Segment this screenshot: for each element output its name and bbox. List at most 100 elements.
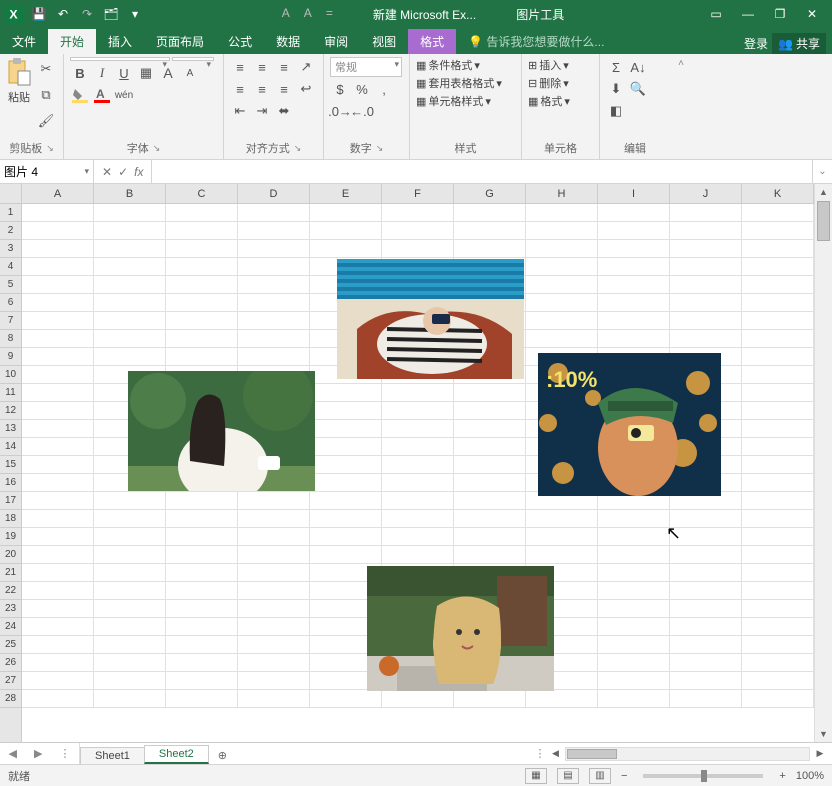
row-header-25[interactable]: 25 <box>0 636 21 654</box>
row-header-18[interactable]: 18 <box>0 510 21 528</box>
close-icon[interactable]: ✕ <box>802 7 822 21</box>
scroll-right-icon[interactable]: ▶ <box>812 748 828 759</box>
merge-icon[interactable]: ⬌ <box>274 101 294 121</box>
dialog-launcher-icon[interactable]: ↘ <box>46 143 54 154</box>
vertical-scrollbar[interactable]: ▲ ▼ <box>814 184 832 742</box>
cut-icon[interactable]: ✂ <box>36 59 56 79</box>
currency-icon[interactable]: $ <box>330 79 350 99</box>
view-page-break-icon[interactable]: ▥ <box>589 768 611 784</box>
paste-button[interactable]: 粘贴 <box>6 57 32 105</box>
wrap-text-icon[interactable]: ↩ <box>296 79 316 99</box>
row-header-24[interactable]: 24 <box>0 618 21 636</box>
tab-view[interactable]: 视图 <box>360 29 408 54</box>
undo-icon[interactable]: ↶ <box>54 5 72 23</box>
delete-cells-button[interactable]: ⊟删除 ▾ <box>528 75 569 91</box>
decrease-font-icon[interactable]: A <box>180 63 200 83</box>
sort-icon[interactable]: A↓ <box>628 57 648 77</box>
add-sheet-button[interactable]: ⊕ <box>208 747 237 764</box>
zoom-out-button[interactable]: − <box>621 770 627 782</box>
tab-review[interactable]: 审阅 <box>312 29 360 54</box>
picture-4[interactable] <box>367 566 554 691</box>
row-header-1[interactable]: 1 <box>0 204 21 222</box>
format-cells-button[interactable]: ▦格式 ▾ <box>528 93 570 109</box>
row-header-7[interactable]: 7 <box>0 312 21 330</box>
restore-icon[interactable]: ❐ <box>770 7 790 21</box>
col-header-D[interactable]: D <box>238 184 310 203</box>
cells-area[interactable]: :10% <box>22 204 814 742</box>
row-header-19[interactable]: 19 <box>0 528 21 546</box>
underline-button[interactable]: U <box>114 63 134 83</box>
row-header-20[interactable]: 20 <box>0 546 21 564</box>
sheet-tab-2[interactable]: Sheet2 <box>144 745 209 764</box>
row-header-6[interactable]: 6 <box>0 294 21 312</box>
cancel-icon[interactable]: ✕ <box>102 165 112 179</box>
tab-insert[interactable]: 插入 <box>96 29 144 54</box>
row-header-13[interactable]: 13 <box>0 420 21 438</box>
picture-2[interactable] <box>337 259 524 379</box>
scroll-up-icon[interactable]: ▲ <box>815 184 832 200</box>
number-format-select[interactable]: 常规 <box>330 57 402 77</box>
dialog-launcher-icon[interactable]: ↘ <box>294 143 302 154</box>
tell-me[interactable]: 💡 告诉我您想要做什么... <box>456 29 616 54</box>
border-icon[interactable]: ▦ <box>136 63 156 83</box>
row-header-5[interactable]: 5 <box>0 276 21 294</box>
picture-3[interactable]: :10% <box>538 353 721 496</box>
tab-formulas[interactable]: 公式 <box>216 29 264 54</box>
name-box[interactable]: 图片 4 <box>0 160 94 183</box>
ribbon-display-icon[interactable]: ▭ <box>706 7 726 21</box>
col-header-E[interactable]: E <box>310 184 382 203</box>
col-header-K[interactable]: K <box>742 184 814 203</box>
sheet-prev-icon[interactable]: ◀ <box>9 747 17 760</box>
font-color-icon[interactable]: A <box>92 85 112 105</box>
view-normal-icon[interactable]: ▦ <box>525 768 547 784</box>
row-header-9[interactable]: 9 <box>0 348 21 366</box>
col-header-B[interactable]: B <box>94 184 166 203</box>
formula-input[interactable] <box>152 160 812 183</box>
dialog-launcher-icon[interactable]: ↘ <box>376 143 384 154</box>
redo-icon[interactable]: ↷ <box>78 5 96 23</box>
collapse-ribbon-icon[interactable]: ˄ <box>670 54 692 159</box>
touch-mode-icon[interactable]: 🗂 <box>102 5 120 23</box>
align-bottom-icon[interactable]: ≡ <box>274 57 294 77</box>
col-header-I[interactable]: I <box>598 184 670 203</box>
row-header-11[interactable]: 11 <box>0 384 21 402</box>
dialog-launcher-icon[interactable]: ↘ <box>153 143 161 154</box>
conditional-format-button[interactable]: ▦条件格式 ▾ <box>416 57 480 73</box>
scroll-down-icon[interactable]: ▼ <box>815 726 832 742</box>
horizontal-scrollbar[interactable]: ⋮ ◀ ▶ <box>530 743 832 764</box>
tab-format[interactable]: 格式 <box>408 29 456 54</box>
cell-styles-button[interactable]: ▦单元格样式 ▾ <box>416 93 491 109</box>
row-header-8[interactable]: 8 <box>0 330 21 348</box>
decrease-decimal-icon[interactable]: ←.0 <box>352 101 372 121</box>
col-header-J[interactable]: J <box>670 184 742 203</box>
row-header-15[interactable]: 15 <box>0 456 21 474</box>
sheet-next-icon[interactable]: ▶ <box>34 747 42 760</box>
expand-formula-bar-icon[interactable]: ⌄ <box>812 160 832 183</box>
row-header-3[interactable]: 3 <box>0 240 21 258</box>
tab-data[interactable]: 数据 <box>264 29 312 54</box>
format-painter-icon[interactable]: 🖌 <box>36 111 56 131</box>
italic-button[interactable]: I <box>92 63 112 83</box>
col-header-C[interactable]: C <box>166 184 238 203</box>
row-header-21[interactable]: 21 <box>0 564 21 582</box>
qat-more-icon[interactable]: ▾ <box>126 5 144 23</box>
tab-page-layout[interactable]: 页面布局 <box>144 29 216 54</box>
zoom-in-button[interactable]: + <box>779 770 785 782</box>
save-icon[interactable]: 💾 <box>30 5 48 23</box>
share-button[interactable]: 👥 共享 <box>772 33 826 54</box>
find-icon[interactable]: 🔍 <box>628 79 648 99</box>
align-left-icon[interactable]: ≡ <box>230 79 250 99</box>
col-header-A[interactable]: A <box>22 184 94 203</box>
row-header-10[interactable]: 10 <box>0 366 21 384</box>
view-page-layout-icon[interactable]: ▤ <box>557 768 579 784</box>
insert-cells-button[interactable]: ⊞插入 ▾ <box>528 57 569 73</box>
col-header-G[interactable]: G <box>454 184 526 203</box>
increase-decimal-icon[interactable]: .0→ <box>330 101 350 121</box>
row-header-4[interactable]: 4 <box>0 258 21 276</box>
row-header-17[interactable]: 17 <box>0 492 21 510</box>
clear-icon[interactable]: ◧ <box>606 101 626 121</box>
copy-icon[interactable]: ⧉ <box>36 85 56 105</box>
increase-font-icon[interactable]: A <box>158 63 178 83</box>
worksheet-grid[interactable]: ABCDEFGHIJK 1234567891011121314151617181… <box>0 184 832 742</box>
autosum-icon[interactable]: Σ <box>606 57 626 77</box>
